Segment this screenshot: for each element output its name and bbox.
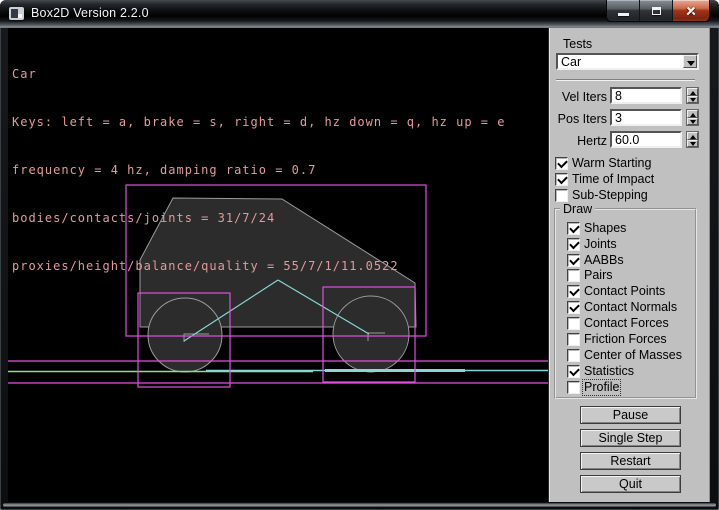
tests-label: Tests bbox=[563, 37, 592, 51]
window-frame-shine bbox=[3, 503, 716, 507]
draw-contact-forces-checkbox[interactable] bbox=[567, 317, 580, 330]
spinner-up-icon bbox=[690, 91, 696, 95]
sub-stepping-checkbox[interactable] bbox=[555, 189, 568, 202]
draw-joints-checkbox[interactable] bbox=[567, 238, 580, 251]
minimize-icon bbox=[618, 13, 629, 16]
simulation-canvas[interactable]: Car Keys: left = a, brake = s, right = d… bbox=[8, 28, 548, 502]
draw-contact-points-checkbox[interactable] bbox=[567, 285, 580, 298]
control-panel-content: Tests Car Vel Iters Pos Iters Hertz bbox=[552, 28, 708, 502]
titlebar[interactable]: Box2D Version 2.2.0 bbox=[0, 0, 719, 28]
hertz-input[interactable] bbox=[610, 131, 682, 148]
hertz-spinner bbox=[686, 131, 699, 148]
time-of-impact-label: Time of Impact bbox=[572, 173, 654, 186]
vel-iters-spin-down[interactable] bbox=[687, 96, 698, 104]
draw-contact-forces-label: Contact Forces bbox=[584, 317, 669, 330]
draw-profile-checkbox[interactable] bbox=[567, 381, 580, 394]
hud-freq-line: frequency = 4 hz, damping ratio = 0.7 bbox=[12, 162, 505, 178]
vel-iters-label: Vel Iters bbox=[552, 90, 607, 104]
draw-profile-label: Profile bbox=[584, 381, 619, 394]
draw-contact-points-label: Contact Points bbox=[584, 285, 665, 298]
spinner-down-icon bbox=[690, 98, 696, 102]
window-title: Box2D Version 2.2.0 bbox=[31, 6, 149, 20]
sub-stepping-label: Sub-Stepping bbox=[572, 189, 648, 202]
hud-stats-line: bodies/contacts/joints = 31/7/24 bbox=[12, 210, 505, 226]
window-controls bbox=[606, 0, 710, 22]
draw-center-of-masses-label: Center of Masses bbox=[584, 349, 682, 362]
pos-iters-spin-down[interactable] bbox=[687, 118, 698, 126]
maximize-button[interactable] bbox=[640, 0, 673, 21]
pos-iters-spinner bbox=[686, 109, 699, 126]
pos-iters-input[interactable] bbox=[610, 109, 682, 126]
spinner-up-icon bbox=[690, 113, 696, 117]
app-icon-dot bbox=[18, 14, 22, 18]
draw-friction-forces-checkbox[interactable] bbox=[567, 333, 580, 346]
control-panel: Tests Car Vel Iters Pos Iters Hertz bbox=[548, 28, 710, 502]
vel-iters-input[interactable] bbox=[610, 87, 682, 104]
hud-test-name: Car bbox=[12, 66, 505, 82]
debug-text: Car Keys: left = a, brake = s, right = d… bbox=[12, 34, 505, 306]
draw-aabbs-checkbox[interactable] bbox=[567, 254, 580, 267]
quit-button[interactable]: Quit bbox=[580, 475, 681, 493]
restart-button[interactable]: Restart bbox=[580, 452, 681, 470]
pos-iters-spin-up[interactable] bbox=[687, 110, 698, 118]
spinner-up-icon bbox=[690, 135, 696, 139]
vel-iters-spinner bbox=[686, 87, 699, 104]
tests-dropdown-button[interactable] bbox=[683, 55, 697, 68]
vel-iters-spin-up[interactable] bbox=[687, 88, 698, 96]
separator bbox=[556, 79, 695, 81]
spinner-down-icon bbox=[690, 120, 696, 124]
pos-iters-label: Pos Iters bbox=[552, 112, 607, 126]
draw-friction-forces-label: Friction Forces bbox=[584, 333, 667, 346]
draw-pairs-checkbox[interactable] bbox=[567, 269, 580, 282]
draw-center-of-masses-checkbox[interactable] bbox=[567, 349, 580, 362]
tests-selected-value: Car bbox=[561, 55, 581, 69]
hertz-spin-down[interactable] bbox=[687, 140, 698, 148]
single-step-button[interactable]: Single Step bbox=[580, 429, 681, 447]
draw-shapes-checkbox[interactable] bbox=[567, 222, 580, 235]
draw-contact-normals-label: Contact Normals bbox=[584, 301, 677, 314]
minimize-button[interactable] bbox=[607, 0, 640, 21]
maximize-icon bbox=[652, 7, 661, 15]
warm-starting-label: Warm Starting bbox=[572, 157, 651, 170]
hud-proxy-line: proxies/height/balance/quality = 55/7/1/… bbox=[12, 258, 505, 274]
draw-shapes-label: Shapes bbox=[584, 222, 626, 235]
close-button[interactable] bbox=[673, 0, 709, 21]
draw-aabbs-label: AABBs bbox=[584, 254, 624, 267]
pause-button[interactable]: Pause bbox=[580, 406, 681, 424]
hertz-spin-up[interactable] bbox=[687, 132, 698, 140]
box2d-window: Box2D Version 2.2.0 bbox=[0, 0, 719, 510]
close-icon bbox=[685, 5, 697, 17]
spinner-down-icon bbox=[690, 142, 696, 146]
draw-contact-normals-checkbox[interactable] bbox=[567, 301, 580, 314]
draw-statistics-checkbox[interactable] bbox=[567, 365, 580, 378]
draw-pairs-label: Pairs bbox=[584, 269, 612, 282]
chevron-down-icon bbox=[687, 61, 695, 66]
draw-joints-label: Joints bbox=[584, 238, 617, 251]
time-of-impact-checkbox[interactable] bbox=[555, 173, 568, 186]
app-icon bbox=[9, 7, 24, 20]
hertz-label: Hertz bbox=[552, 134, 607, 148]
hud-keys-line: Keys: left = a, brake = s, right = d, hz… bbox=[12, 114, 505, 130]
warm-starting-checkbox[interactable] bbox=[555, 157, 568, 170]
tests-dropdown[interactable]: Car bbox=[556, 53, 699, 70]
draw-statistics-label: Statistics bbox=[584, 365, 634, 378]
app-icon-inner bbox=[11, 9, 18, 18]
draw-group-label: Draw bbox=[560, 202, 595, 216]
